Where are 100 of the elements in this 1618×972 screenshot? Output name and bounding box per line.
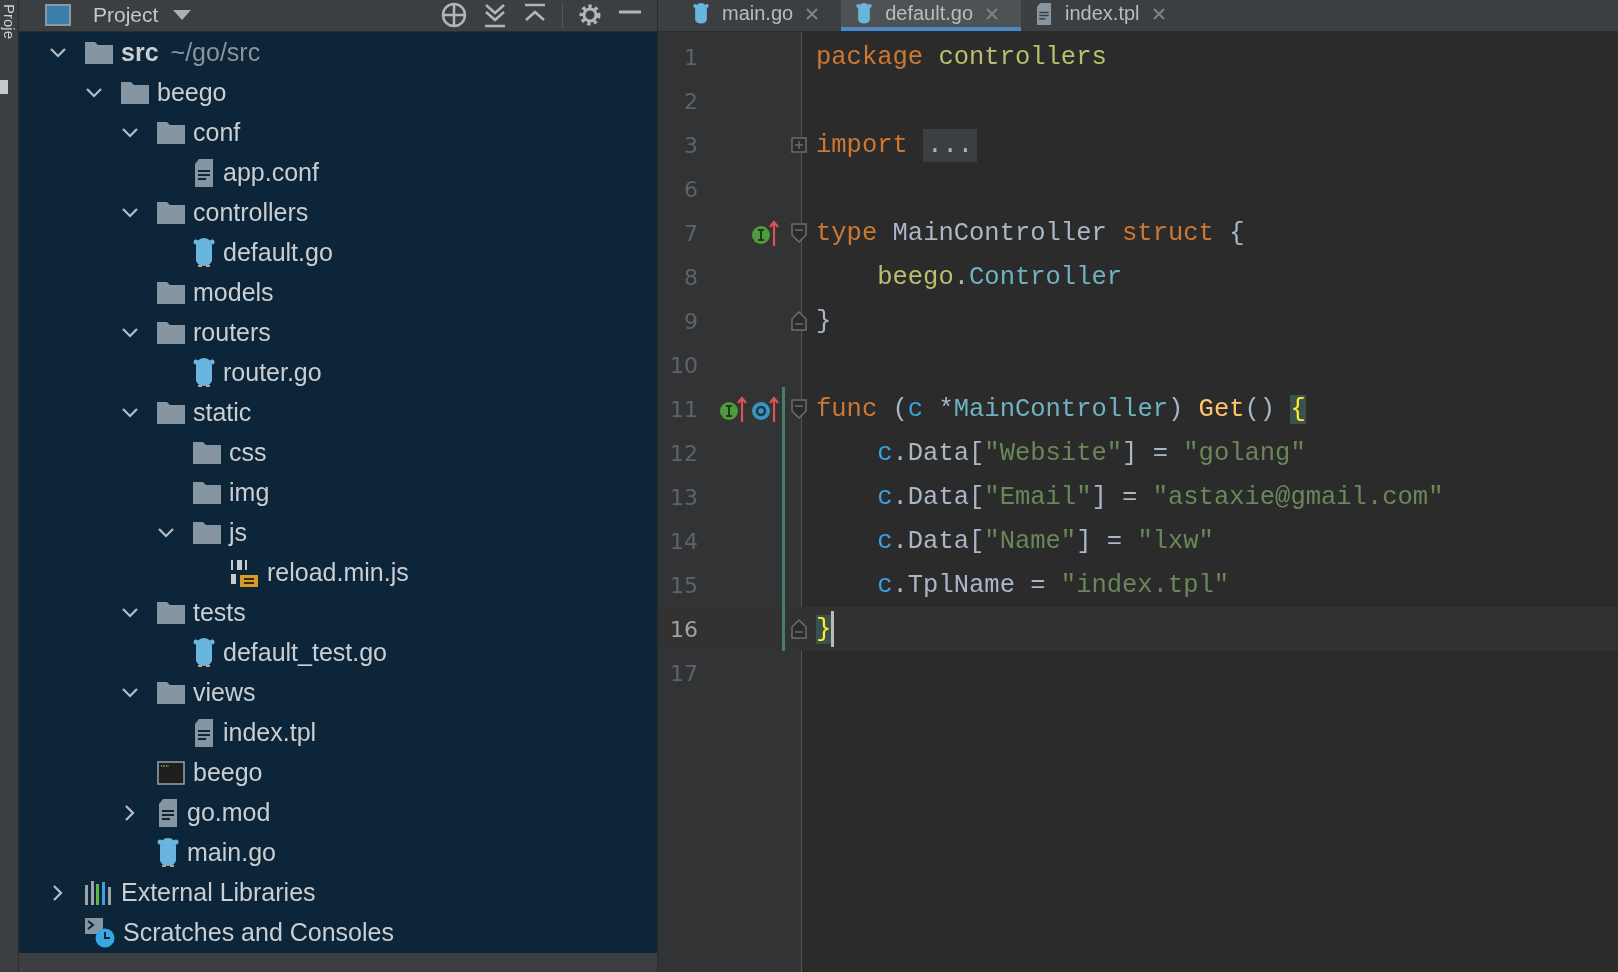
tree-item[interactable]: router.go (19, 352, 657, 393)
editor-tab[interactable]: main.go (678, 0, 842, 31)
locate-icon[interactable] (440, 1, 468, 30)
item-label: app.conf (223, 158, 319, 188)
tool-window-indicator (0, 80, 8, 94)
code-line: c.Data["Email"] = "astaxie@gmail.com" (876, 482, 1444, 512)
figure-icon (855, 2, 874, 25)
item-label: conf (193, 118, 241, 148)
tree-item[interactable]: beego (19, 752, 657, 793)
tree-item[interactable]: static (19, 392, 657, 433)
tree-item[interactable]: go.mod (19, 792, 657, 833)
item-label: index.tpl (223, 718, 317, 748)
dropdown-icon[interactable] (172, 9, 193, 22)
tree-item[interactable]: main.go (19, 832, 657, 873)
folder-icon (157, 401, 185, 424)
code-line: c.Data["Name"] = "lxw" (876, 526, 1214, 556)
code-line: c.Data["Website"] = "golang" (876, 438, 1306, 468)
tree-item[interactable]: css (19, 432, 657, 473)
tree-item[interactable]: views (19, 672, 657, 713)
item-label: beego (193, 758, 263, 788)
item-label: css (229, 438, 267, 468)
tree-item[interactable]: js (19, 512, 657, 553)
figure-icon (193, 237, 215, 268)
item-label: src (121, 38, 159, 68)
item-label: views (193, 678, 256, 708)
fold-icon[interactable] (791, 619, 807, 639)
editor-tab[interactable]: index.tpl (1021, 0, 1188, 31)
tree-item[interactable]: controllers (19, 192, 657, 233)
tree-item[interactable]: img (19, 472, 657, 513)
item-label: go.mod (187, 798, 271, 828)
console-clock-icon (85, 917, 115, 948)
item-label: controllers (193, 198, 309, 228)
figure-icon (193, 637, 215, 668)
tree-item[interactable]: routers (19, 312, 657, 353)
fold-expand-icon[interactable] (791, 137, 807, 153)
item-label: External Libraries (121, 878, 316, 908)
figure-icon (193, 357, 215, 388)
expand-all-icon[interactable] (482, 2, 508, 29)
item-label: main.go (187, 838, 276, 868)
code-line: } (816, 306, 832, 336)
folder-icon (157, 121, 185, 144)
folder-icon (121, 81, 149, 104)
tree-item[interactable]: conf (19, 112, 657, 153)
code-line: import ... (816, 128, 978, 162)
editor-tab[interactable]: default.go (841, 0, 1021, 31)
figure-icon (692, 2, 710, 25)
folder-icon (193, 441, 221, 464)
folder-icon (157, 201, 185, 224)
terminal-icon (157, 760, 185, 785)
implements-marker-icon[interactable] (750, 218, 780, 248)
code-line: func (c *MainController) Get() { (816, 394, 1306, 424)
tree-item[interactable]: app.conf (19, 152, 657, 193)
item-label: routers (193, 318, 271, 348)
code-line: beego.Controller (876, 262, 1123, 292)
tree-item[interactable]: reload.min.js (19, 552, 657, 593)
tool-window-tab[interactable]: Proje (1, 4, 17, 40)
folder-icon (157, 681, 185, 704)
tree-item[interactable]: index.tpl (19, 712, 657, 753)
item-label: js (229, 518, 248, 548)
item-label: router.go (223, 358, 322, 388)
item-label: tests (193, 598, 246, 628)
binary-file-icon (229, 557, 259, 588)
folder-icon (157, 281, 185, 304)
folder-icon (157, 601, 185, 624)
tree-item[interactable]: Scratches and Consoles (19, 912, 657, 953)
folder-icon (157, 321, 185, 344)
overrides-marker-icon[interactable] (750, 394, 780, 424)
implements-marker-icon[interactable] (718, 394, 748, 424)
project-icon (45, 4, 71, 27)
item-label: default.go (223, 238, 333, 268)
tree-item[interactable]: beego (19, 72, 657, 113)
tree-item[interactable]: External Libraries (19, 872, 657, 913)
item-label: img (229, 478, 270, 508)
item-label: static (193, 398, 252, 428)
document-icon (157, 798, 179, 827)
tree-item[interactable]: models (19, 272, 657, 313)
line-number: 16 (669, 616, 698, 642)
item-label: beego (157, 78, 227, 108)
folder-icon (85, 41, 113, 64)
fold-icon[interactable] (791, 223, 807, 243)
close-icon[interactable] (1151, 6, 1166, 21)
tree-item[interactable]: default_test.go (19, 632, 657, 673)
folder-icon (193, 481, 221, 504)
item-label: Scratches and Consoles (123, 918, 394, 948)
document-icon (193, 158, 215, 187)
tree-item[interactable]: src ~/go/src (19, 32, 657, 73)
fold-icon[interactable] (791, 311, 807, 331)
item-label: reload.min.js (267, 558, 409, 588)
close-icon[interactable] (805, 6, 820, 21)
item-label: models (193, 278, 274, 308)
item-path: ~/go/src (170, 38, 261, 68)
document-icon (193, 718, 215, 747)
folder-icon (193, 521, 221, 544)
tree-item[interactable]: default.go (19, 232, 657, 273)
tree-item[interactable]: tests (19, 592, 657, 633)
library-icon (85, 880, 113, 905)
panel-title[interactable]: Project (93, 3, 159, 28)
fold-icon[interactable] (791, 399, 807, 419)
item-label: default_test.go (223, 638, 387, 668)
figure-icon (157, 837, 179, 868)
